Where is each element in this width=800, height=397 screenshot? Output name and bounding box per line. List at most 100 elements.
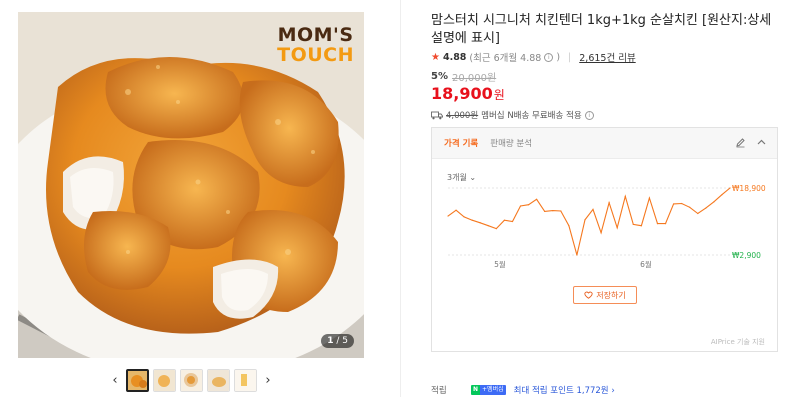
edit-icon[interactable] [735, 137, 746, 148]
image-counter-total: / 5 [336, 336, 348, 346]
product-main-image[interactable]: MOM'S TOUCH 1 / 5 [18, 12, 364, 358]
sale-price: 18,900원 [431, 84, 505, 103]
price-history-panel: 가격 기록 판매량 분석 3개월 ⌄ ₩18,900 ₩2,900 5월 6월 저장하… [431, 127, 778, 352]
thumbnail-image [208, 369, 229, 391]
points-label: 적립 [431, 386, 447, 396]
price-point [697, 212, 699, 215]
thumbnail-image [128, 370, 147, 390]
price-point [568, 225, 570, 227]
price-point [616, 227, 618, 229]
price-point [487, 225, 489, 227]
price-point [527, 204, 530, 206]
price-point [511, 220, 514, 223]
price-point [648, 197, 651, 199]
price-point [713, 201, 715, 203]
save-button[interactable]: 저장하기 [573, 286, 637, 304]
price-point [560, 210, 562, 212]
price-point [479, 222, 481, 224]
currency-unit: 원 [493, 88, 505, 102]
thumbnail-2[interactable] [153, 368, 176, 392]
price-point [689, 206, 691, 208]
x-tick-label: 5월 [494, 259, 506, 269]
brand-logo-line2: TOUCH [277, 44, 354, 66]
product-title: 맘스터치 시그니처 치킨텐더 1kg+1kg 순살치킨 [원산지:상세설명에 표… [431, 13, 772, 46]
price-point [600, 232, 602, 234]
info-icon[interactable]: i [544, 52, 554, 62]
original-price: 20,000원 [451, 73, 497, 84]
thumbnail-1[interactable] [126, 368, 149, 392]
save-button-label: 저장하기 [596, 290, 626, 300]
price-point [495, 228, 497, 230]
x-tick-label: 6월 [640, 259, 652, 269]
price-point [664, 222, 667, 225]
price-point [624, 195, 626, 197]
chart-marks: ₩18,900 ₩2,900 5월 6월 [447, 184, 766, 269]
thumbnail-image [154, 369, 175, 391]
price-point [519, 205, 522, 207]
max-price-label: ₩18,900 [732, 184, 766, 193]
price-point [536, 198, 538, 200]
tab-price-history[interactable]: 가격 기록 [444, 137, 478, 149]
rating-row: ★ 4.88 (최근 6개월 4.88 i) | 2,615건 리뷰 [431, 50, 636, 65]
brand-logo: MOM'S TOUCH [277, 26, 354, 65]
max-points-link[interactable]: 최대 적립 포인트 1,772원 › [514, 384, 615, 396]
discount-row: 5% 20,000원 [431, 69, 496, 84]
price-point [471, 219, 473, 221]
shipping-text: 멤버십 N배송 무료배송 적용 [481, 111, 582, 121]
panel-tabs: 가격 기록 판매량 분석 [432, 128, 777, 159]
info-icon[interactable]: i [584, 110, 594, 120]
price-point [608, 202, 610, 204]
thumbnail-image [235, 369, 256, 391]
price-point [656, 222, 659, 225]
panel-header-icons [735, 137, 767, 148]
price-point [592, 208, 594, 210]
column-divider [400, 0, 401, 397]
badge-n: N [471, 385, 481, 395]
price-point [681, 202, 683, 205]
price-point [721, 194, 723, 196]
truck-icon [431, 111, 443, 119]
points-row: 적립 N +멤버십 최대 적립 포인트 1,772원 › [431, 384, 761, 396]
image-counter-current: 1 [327, 336, 334, 346]
shipping-row: 4,000원 멤버십 N배송 무료배송 적용 i [431, 109, 594, 121]
star-icon: ★ [431, 51, 440, 63]
rating-recent: (최근 6개월 4.88 [469, 53, 542, 64]
price-point [640, 225, 642, 227]
thumbnail-4[interactable] [207, 368, 230, 392]
membership-badge: N +멤버십 [471, 385, 506, 395]
price-point [463, 216, 465, 218]
price-point [632, 223, 634, 226]
rating-recent-close: ) [556, 51, 561, 63]
tab-sales-analysis[interactable]: 판매량 분석 [490, 137, 532, 149]
review-count-link[interactable]: 2,615건 리뷰 [579, 50, 635, 64]
price-point [552, 210, 554, 212]
thumbnail-strip: ‹ › [108, 367, 275, 393]
price-point [503, 219, 505, 221]
price-series-line [447, 187, 731, 256]
heart-icon [584, 291, 593, 299]
price-point [576, 254, 578, 256]
sale-price-value: 18,900 [431, 84, 493, 103]
price-point [673, 203, 675, 205]
price-point [584, 219, 586, 221]
chevron-up-icon[interactable] [756, 137, 767, 148]
rating-separator: | [568, 51, 572, 63]
price-point [447, 215, 449, 217]
price-point [705, 207, 707, 209]
badge-plus: +멤버십 [480, 385, 506, 395]
chevron-right-icon[interactable]: › [261, 369, 275, 392]
price-point [544, 210, 546, 213]
chevron-left-icon[interactable]: ‹ [108, 369, 122, 392]
thumbnail-5[interactable] [234, 368, 257, 392]
price-point [729, 187, 731, 189]
aiprice-credit: AIPrice 기술 지원 [710, 338, 765, 346]
brand-logo-line1: MOM'S [277, 24, 354, 46]
discount-rate: 5% [431, 71, 448, 82]
min-price-label: ₩2,900 [732, 251, 761, 260]
price-chart: ₩18,900 ₩2,900 5월 6월 [447, 184, 766, 269]
price-point [455, 209, 457, 211]
max-points-text: 최대 적립 포인트 1,772원 [513, 386, 609, 396]
image-counter: 1 / 5 [321, 334, 354, 348]
thumbnail-3[interactable] [180, 368, 203, 392]
thumbnail-image [181, 369, 202, 391]
